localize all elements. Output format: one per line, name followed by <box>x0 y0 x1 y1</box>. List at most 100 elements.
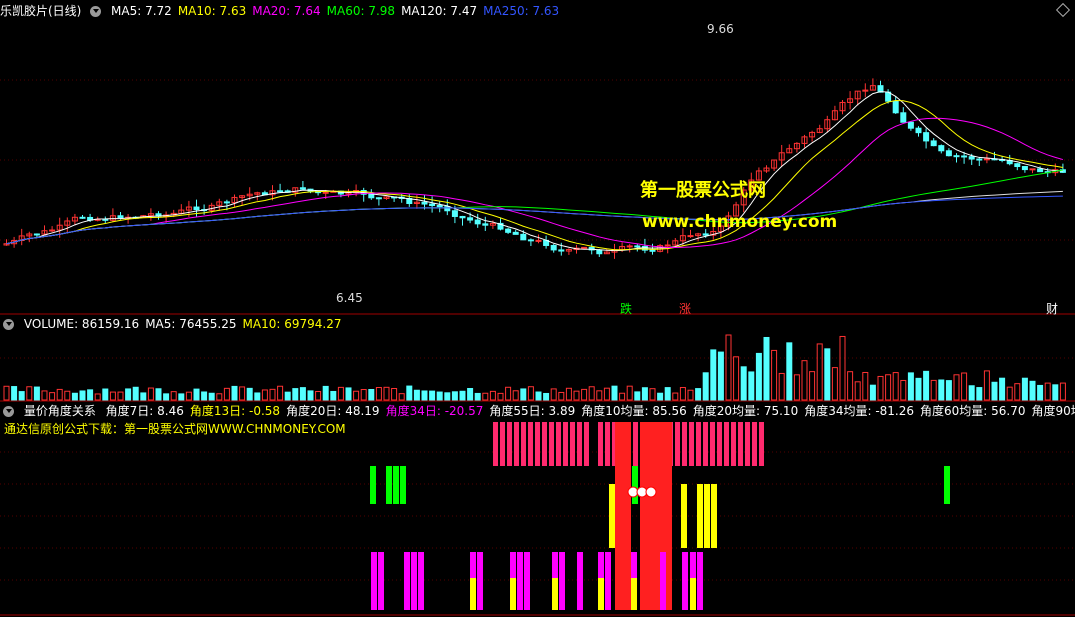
dropdown-icon[interactable] <box>3 319 14 330</box>
volume-legend: VOLUME: 86159.16 MA5: 76455.25 MA10: 69794… <box>24 317 348 331</box>
indicator-bar <box>598 422 603 466</box>
chart-canvas <box>0 78 1075 616</box>
volume-bar <box>763 336 770 401</box>
candle-body <box>626 245 633 248</box>
indicator-bar <box>535 422 540 466</box>
candle-body <box>49 229 56 232</box>
volume-bar <box>740 366 747 401</box>
indicator-bar <box>521 422 526 466</box>
volume-bar <box>877 375 884 401</box>
volume-bar <box>717 351 724 401</box>
indicator-bar <box>404 552 410 610</box>
volume-bar <box>1037 384 1044 401</box>
candle-body <box>923 132 930 142</box>
indicator-legend-item: 角度60均量: 56.70 <box>920 404 1026 418</box>
volume-bar <box>132 386 139 401</box>
indicator-bar <box>675 422 680 466</box>
indicator-bar <box>703 422 708 466</box>
volume-bar <box>170 391 177 401</box>
volume-bar <box>1021 377 1028 401</box>
volume-bar <box>695 388 702 401</box>
indicator-bar <box>556 422 561 466</box>
indicator-bar <box>759 422 764 466</box>
volume-bar <box>923 370 930 401</box>
indicator-bar <box>697 552 703 610</box>
volume-bar <box>94 393 101 401</box>
volume-legend-item: MA5: 76455.25 <box>145 317 237 331</box>
volume-bar <box>869 384 876 401</box>
indicator-header: 量价角度关系 角度7日: 8.46 角度13日: -0.58 角度20日: 48.1… <box>0 403 1075 419</box>
watermark-url: www.chnmoney.com <box>642 212 838 232</box>
candle-body <box>976 158 983 161</box>
indicator-bar <box>528 422 533 466</box>
volume-bar <box>497 392 504 401</box>
candle-body <box>1021 166 1028 171</box>
volume-bar <box>474 392 481 401</box>
indicator-bar <box>563 422 568 466</box>
volume-bar <box>657 392 664 401</box>
volume-bar <box>284 391 291 401</box>
volume-bar <box>619 392 626 401</box>
dropdown-icon[interactable] <box>90 6 102 17</box>
volume-bar <box>641 387 648 401</box>
indicator-bar <box>598 578 604 610</box>
indicator-legend-item: 角度10均量: 85.56 <box>581 404 687 418</box>
indicator-legend-item: 角度55日: 3.89 <box>489 404 576 418</box>
indicator-bar <box>623 422 631 610</box>
volume-bar <box>178 393 185 401</box>
candle-body <box>117 215 124 219</box>
volume-bar <box>383 386 390 401</box>
volume-bar <box>847 371 854 401</box>
candle-body <box>421 201 428 205</box>
candle-body <box>900 112 907 123</box>
volume-bar <box>596 390 603 401</box>
ma-legend-item: MA120: 7.47 <box>401 4 478 18</box>
candle-body <box>444 206 451 212</box>
candle-body <box>512 231 519 235</box>
indicator-bar <box>542 422 547 466</box>
volume-bar <box>938 379 945 401</box>
volume-bar <box>1052 384 1059 401</box>
candle-body <box>467 217 474 221</box>
candle-body <box>482 223 489 226</box>
candle-body <box>953 155 960 158</box>
volume-bar <box>999 377 1006 401</box>
candle-body <box>1037 168 1044 173</box>
volume-bar <box>307 390 314 401</box>
volume-bar <box>862 371 869 401</box>
volume-bar <box>117 391 124 401</box>
candle-body <box>520 233 527 241</box>
candle-body <box>535 239 542 242</box>
volume-bar <box>64 390 71 401</box>
volume-bar <box>983 370 990 401</box>
main-header: 乐凯胶片(日线) MA5: 7.72 MA10: 7.63 MA20: 7.64 MA… <box>0 3 571 19</box>
indicator-bar <box>724 422 729 466</box>
indicator-bar <box>411 552 417 610</box>
volume-bar <box>125 388 132 401</box>
candle-body <box>277 190 284 193</box>
volume-bar <box>755 352 762 401</box>
indicator-bar <box>549 422 554 466</box>
volume-bar <box>429 390 436 401</box>
volume-bar <box>831 367 838 401</box>
volume-bar <box>239 386 246 401</box>
volume-bar <box>1014 383 1021 401</box>
indicator-bar <box>524 552 530 610</box>
indicator-bar <box>682 552 688 610</box>
indicator-bar <box>370 466 376 504</box>
indicator-bar <box>632 466 638 504</box>
volume-bar <box>71 392 78 401</box>
volume-bar <box>976 387 983 401</box>
indicator-bar <box>605 422 610 466</box>
volume-bar <box>322 385 329 401</box>
volume-bar <box>391 388 398 401</box>
indicator-bar <box>738 422 743 466</box>
volume-bar <box>345 387 352 401</box>
indicator-bar <box>633 422 638 466</box>
volume-bar <box>459 390 466 401</box>
volume-bar <box>11 386 18 401</box>
dropdown-icon[interactable] <box>3 406 14 417</box>
volume-bar <box>945 380 952 401</box>
candle-body <box>596 249 603 255</box>
indicator-legend-item: 角度20日: 48.19 <box>286 404 380 418</box>
